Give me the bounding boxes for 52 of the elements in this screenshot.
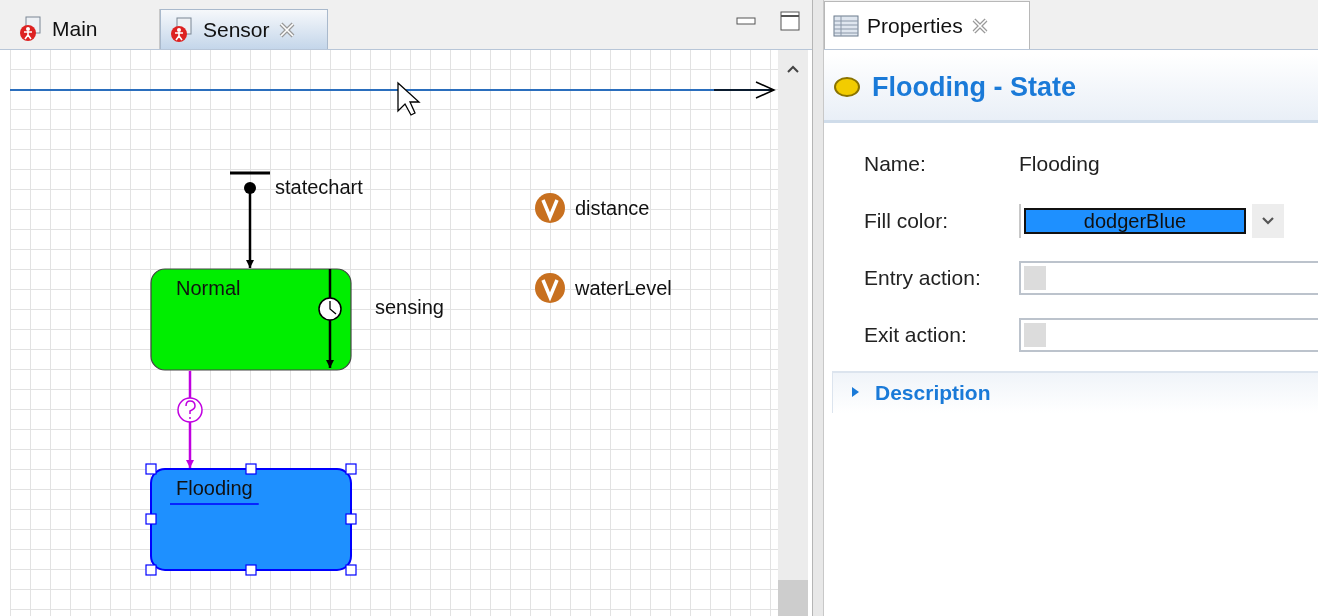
agent-icon <box>18 16 44 42</box>
agent-icon <box>169 16 195 43</box>
field-label: Exit action: <box>864 322 968 347</box>
selection-handle[interactable] <box>245 564 257 576</box>
cursor-icon <box>397 81 421 116</box>
transition-label: sensing <box>375 296 444 318</box>
maximize-icon[interactable] <box>780 10 800 31</box>
color-dropdown[interactable]: dodgerBlue <box>1024 207 1246 234</box>
minimize-icon[interactable] <box>736 15 756 26</box>
connector-line[interactable] <box>10 81 776 99</box>
code-field[interactable] <box>1019 317 1318 352</box>
selection-handle[interactable] <box>145 564 157 576</box>
selection-handle[interactable] <box>345 564 357 576</box>
field-label: Entry action: <box>864 265 982 290</box>
tab[interactable]: Main <box>10 9 160 49</box>
tab[interactable]: Sensor <box>160 9 328 49</box>
field-label: Fill color: <box>864 208 949 233</box>
section-header[interactable]: Description <box>832 371 1318 413</box>
selection-handle[interactable] <box>145 463 157 475</box>
statechart-label: statechart <box>275 176 363 198</box>
dropdown-button[interactable] <box>1252 203 1284 238</box>
state-icon <box>834 77 860 97</box>
state-name: Normal <box>176 277 241 299</box>
caret-icon <box>1261 215 1275 226</box>
close-icon[interactable] <box>277 20 296 39</box>
state-name: Flooding <box>176 477 253 499</box>
transition-arrow[interactable] <box>326 269 334 368</box>
selection-handle[interactable] <box>345 463 357 475</box>
state-node[interactable] <box>150 468 352 571</box>
field-label: Name: <box>864 151 927 176</box>
code-field[interactable] <box>1019 260 1318 295</box>
variable-name: distance <box>575 197 650 219</box>
selection-handle[interactable] <box>345 513 357 525</box>
entry-point-arrow[interactable] <box>230 171 270 268</box>
variable-icon[interactable] <box>535 193 565 223</box>
tab[interactable]: Properties <box>824 1 1030 49</box>
field-value: Flooding <box>1019 151 1100 176</box>
scroll-thumb[interactable] <box>778 580 808 616</box>
diagram-canvas[interactable]: statechart Normal Flooding sensing distance waterLevel <box>10 50 778 616</box>
selection-handle[interactable] <box>145 513 157 525</box>
variable-icon[interactable] <box>535 273 565 303</box>
variable-name: waterLevel <box>575 277 672 299</box>
close-icon[interactable] <box>970 16 989 35</box>
clock-icon <box>318 297 342 321</box>
properties-title: Flooding - State <box>872 71 1076 103</box>
table-icon <box>833 14 859 37</box>
condition-icon <box>177 397 203 423</box>
selection-handle[interactable] <box>245 463 257 475</box>
scroll-up-icon[interactable] <box>786 64 800 74</box>
scrollbar[interactable] <box>778 50 808 616</box>
section-title: Description <box>875 381 991 405</box>
state-node[interactable] <box>150 268 352 371</box>
